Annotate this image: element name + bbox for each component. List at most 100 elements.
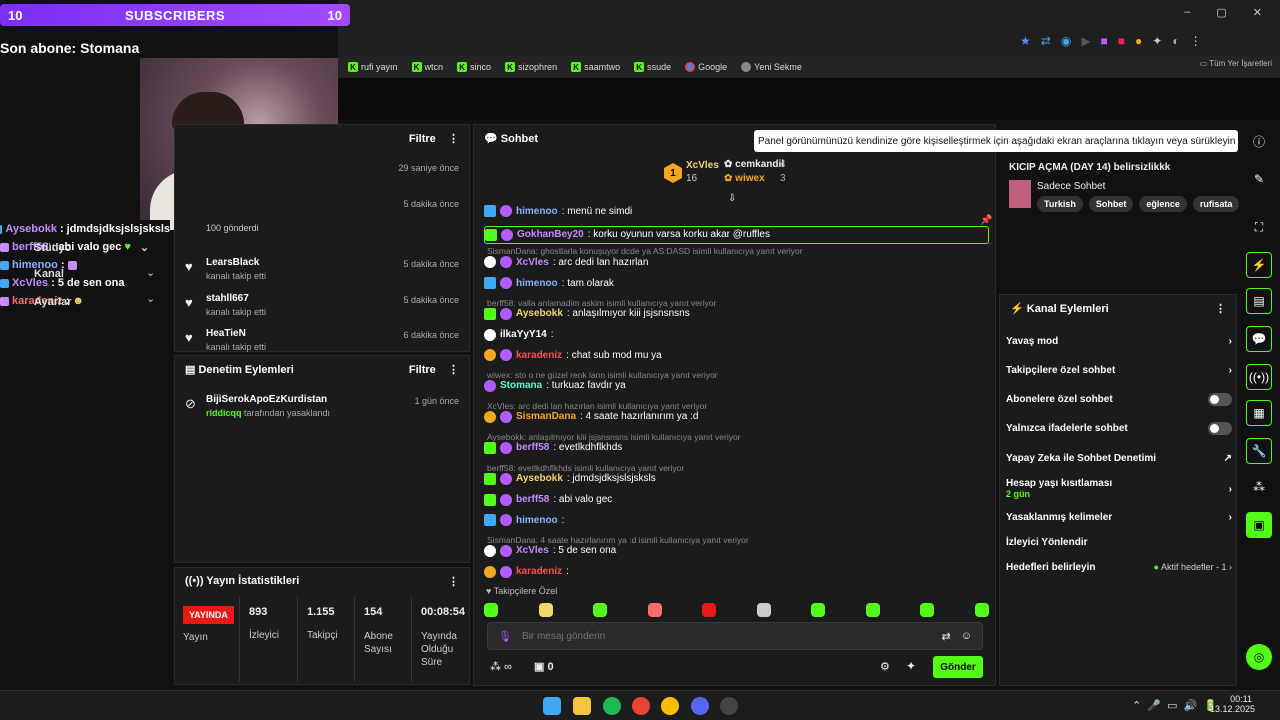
tag[interactable]: rufisata <box>1192 196 1240 212</box>
chat-username[interactable]: GokhanBey20 <box>517 229 584 240</box>
bookmark-item[interactable]: Google <box>681 62 731 72</box>
maximize-icon[interactable]: ▢ <box>1216 6 1226 19</box>
chevron-down-icon[interactable]: ⌄ <box>146 266 155 279</box>
minimize-icon[interactable]: – <box>1184 6 1190 19</box>
settings-icon[interactable]: ⚙ <box>880 660 890 673</box>
more-icon[interactable]: ⋮ <box>448 364 459 376</box>
bookmark-item[interactable]: Yeni Sekme <box>737 62 806 72</box>
tag[interactable]: eğlence <box>1139 196 1187 212</box>
profile-avatar[interactable]: ◐ <box>1172 34 1179 48</box>
subscribers-only-toggle[interactable] <box>1208 392 1232 406</box>
chat-icon[interactable]: 💬 <box>1246 326 1272 352</box>
system-tray[interactable]: ⌃ 🎤 ▭ 🔊 🔋 <box>1132 699 1217 712</box>
broadcast-icon[interactable]: ((•)) <box>1246 364 1272 390</box>
tag[interactable]: Turkish <box>1037 196 1083 212</box>
more-icon[interactable]: ⋮ <box>448 575 459 588</box>
extension-icon[interactable]: ▶ <box>1081 34 1090 48</box>
bookmark-item[interactable]: Krufi yayın <box>344 62 402 72</box>
tag[interactable]: Sohbet <box>1088 196 1134 212</box>
chat-username[interactable]: himenoo <box>516 206 558 217</box>
translate-icon[interactable]: ⇄ <box>942 630 951 643</box>
emote-icon[interactable] <box>702 603 717 617</box>
chat-username[interactable]: himenoo <box>516 515 558 526</box>
nav-studio[interactable]: Stüdyo <box>34 242 71 254</box>
chevron-down-icon[interactable]: ⌄ <box>140 241 149 254</box>
translate-icon[interactable]: ⇄ <box>1041 34 1051 48</box>
chat-username[interactable]: karadeniz <box>516 350 562 361</box>
emoji-icon[interactable]: ☺ <box>961 630 972 642</box>
layout-icon[interactable]: ▦ <box>1246 400 1272 426</box>
action-followers-only[interactable]: Takipçilere özel sohbet › <box>1006 358 1232 382</box>
chat-input[interactable] <box>521 630 932 642</box>
spotify-icon[interactable] <box>603 697 621 715</box>
clock[interactable]: 00:11 13.12.2025 <box>1210 694 1255 714</box>
notes-icon[interactable]: ▤ <box>1246 288 1272 314</box>
action-account-age[interactable]: Hesap yaşı kısıtlaması 2 gün › <box>1006 473 1232 505</box>
chat-username[interactable]: Aysebokk <box>516 308 563 319</box>
file-explorer-icon[interactable] <box>573 697 591 715</box>
collapse-icon[interactable]: ⇩ <box>728 193 736 204</box>
more-icon[interactable]: ⋮ <box>1215 302 1226 315</box>
bookmark-item[interactable]: Ksizophren <box>501 62 561 72</box>
emote-icon[interactable] <box>974 603 989 617</box>
chat-username[interactable]: XcVles <box>516 257 549 268</box>
emote-icon[interactable] <box>647 603 662 617</box>
bookmark-item[interactable]: Ksaamtwo <box>567 62 624 72</box>
chrome-icon[interactable] <box>661 697 679 715</box>
bookmark-item[interactable]: Ksinco <box>453 62 495 72</box>
fullscreen-icon[interactable]: ⛶ <box>1246 214 1272 240</box>
filter-button[interactable]: Filtre <box>409 133 436 145</box>
emote-icon[interactable] <box>593 603 608 617</box>
action-set-goals[interactable]: Hedefleri belirleyin ● Aktif hedefler - 1… <box>1006 555 1232 579</box>
puzzle-icon[interactable]: ✦ <box>906 659 916 673</box>
chat-username[interactable]: berff58 <box>516 442 549 453</box>
emote-icon[interactable] <box>484 603 498 617</box>
extension-icon[interactable]: ■ <box>1118 34 1125 48</box>
action-slow-mode[interactable]: Yavaş mod › <box>1006 329 1232 353</box>
lightning-icon[interactable]: ⚡ <box>1246 252 1272 278</box>
windows-start-icon[interactable] <box>543 697 561 715</box>
support-icon[interactable]: ◎ <box>1246 644 1272 670</box>
chat-username[interactable]: karadeniz <box>516 566 562 577</box>
microphone-icon[interactable]: 🎙 <box>498 630 512 643</box>
discord-icon[interactable] <box>691 697 709 715</box>
kicks-counter[interactable]: ▣ 0 <box>534 660 554 673</box>
emote-icon[interactable] <box>756 603 771 617</box>
emote-icon[interactable] <box>538 603 553 617</box>
emote-icon[interactable] <box>811 603 826 617</box>
send-button[interactable]: Gönder <box>933 656 983 678</box>
chat-username[interactable]: himenoo <box>516 278 558 289</box>
app-icon[interactable] <box>720 697 738 715</box>
action-banned-words[interactable]: Yasaklanmış kelimeler › <box>1006 505 1232 529</box>
chevron-down-icon[interactable]: ⌄ <box>146 292 155 305</box>
extension-icon[interactable]: ◉ <box>1061 34 1071 48</box>
stream-category[interactable]: Sadece Sohbet <box>1037 181 1105 192</box>
nav-settings[interactable]: Ayarlar <box>34 296 72 308</box>
chat-username[interactable]: Aysebokk <box>516 473 563 484</box>
chat-username[interactable]: ilkaYyY14 <box>500 329 547 340</box>
chat-username[interactable]: SismanDana <box>516 411 576 422</box>
action-redirect-viewers[interactable]: İzleyici Yönlendir <box>1006 530 1232 554</box>
all-bookmarks-link[interactable]: ▭ Tüm Yer İşaretleri <box>1200 59 1272 68</box>
bookmark-item[interactable]: Kwtcn <box>408 62 448 72</box>
action-ai-moderation[interactable]: Yapay Zeka ile Sohbet Denetimi ↗ <box>1006 446 1232 470</box>
edit-icon[interactable]: ✎ <box>1246 166 1272 192</box>
chat-username[interactable]: berff58 <box>516 494 549 505</box>
info-icon[interactable]: ⓘ <box>1246 128 1272 154</box>
emote-icon[interactable] <box>865 603 880 617</box>
filter-button[interactable]: Filtre <box>409 364 436 376</box>
chrome-icon[interactable] <box>632 697 650 715</box>
chat-username[interactable]: XcVles <box>516 545 549 556</box>
emote-icon[interactable] <box>920 603 935 617</box>
more-icon[interactable]: ⋮ <box>448 133 459 145</box>
puzzle-icon[interactable]: ✦ <box>1152 34 1162 48</box>
menu-icon[interactable]: ⋮ <box>1190 34 1202 48</box>
emotes-only-toggle[interactable] <box>1208 421 1232 435</box>
app-icon[interactable]: ▣ <box>1246 512 1272 538</box>
extension-icon[interactable]: ■ <box>1101 34 1108 48</box>
close-icon[interactable]: ✕ <box>1253 6 1262 19</box>
kick-points[interactable]: ⁂ ∞ <box>490 660 512 673</box>
wrench-icon[interactable]: 🔧 <box>1246 438 1272 464</box>
circles-icon[interactable]: ⁂ <box>1246 474 1272 500</box>
bookmark-star-icon[interactable]: ★ <box>1020 34 1031 48</box>
